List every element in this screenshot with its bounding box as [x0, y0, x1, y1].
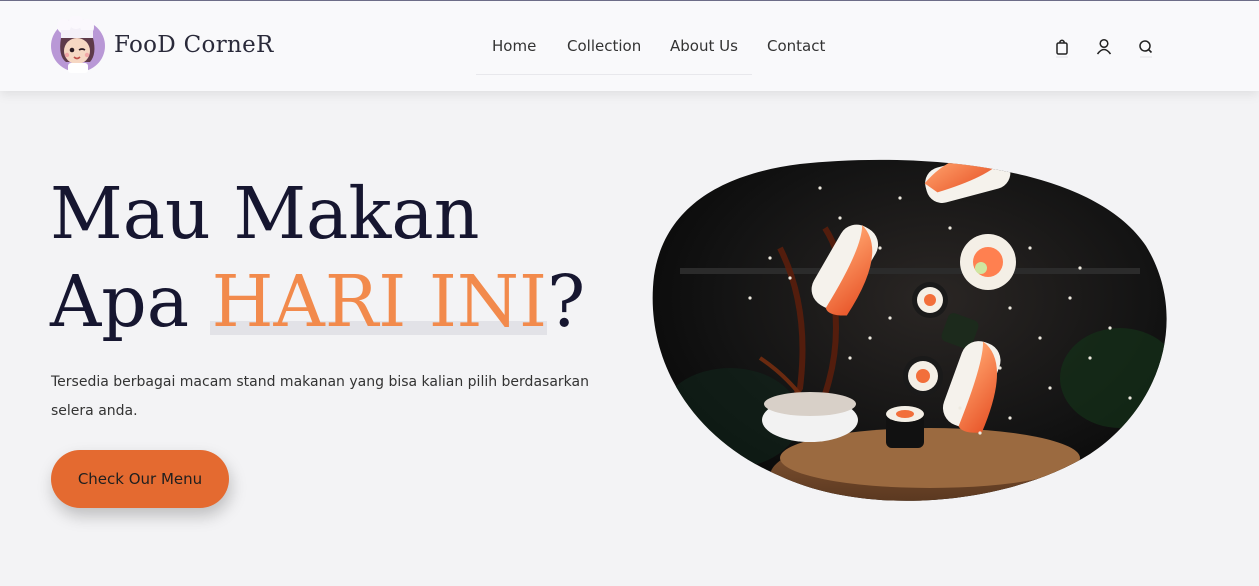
- nav-about-us[interactable]: About Us: [670, 37, 738, 55]
- hero-description: Tersedia berbagai macam stand makanan ya…: [51, 374, 589, 419]
- hero-title-line1: Mau Makan: [50, 172, 480, 255]
- nav-home[interactable]: Home: [492, 37, 536, 55]
- hero-title-prefix: Apa: [50, 260, 212, 343]
- chef-mascot-icon: [51, 16, 105, 73]
- site-header: FooD CorneR Home Collection About Us Con…: [0, 1, 1259, 91]
- nav-contact[interactable]: Contact: [767, 37, 825, 55]
- hero-title-accent: HARI INI: [211, 260, 548, 343]
- brand-name: FooD CorneR: [114, 32, 274, 58]
- sushi-splash-image: [652, 159, 1167, 501]
- brand-logo[interactable]: FooD CorneR: [50, 16, 274, 74]
- hero-title: Mau Makan Apa HARI INI?: [50, 170, 585, 346]
- main-nav: Home Collection About Us Contact: [476, 25, 825, 75]
- nav-collection[interactable]: Collection: [567, 37, 641, 55]
- hero-title-suffix: ?: [547, 260, 586, 343]
- shopping-bag-icon[interactable]: [1053, 37, 1071, 59]
- check-menu-button[interactable]: Check Our Menu: [51, 450, 229, 508]
- user-icon[interactable]: [1095, 37, 1113, 59]
- search-icon[interactable]: [1137, 37, 1155, 59]
